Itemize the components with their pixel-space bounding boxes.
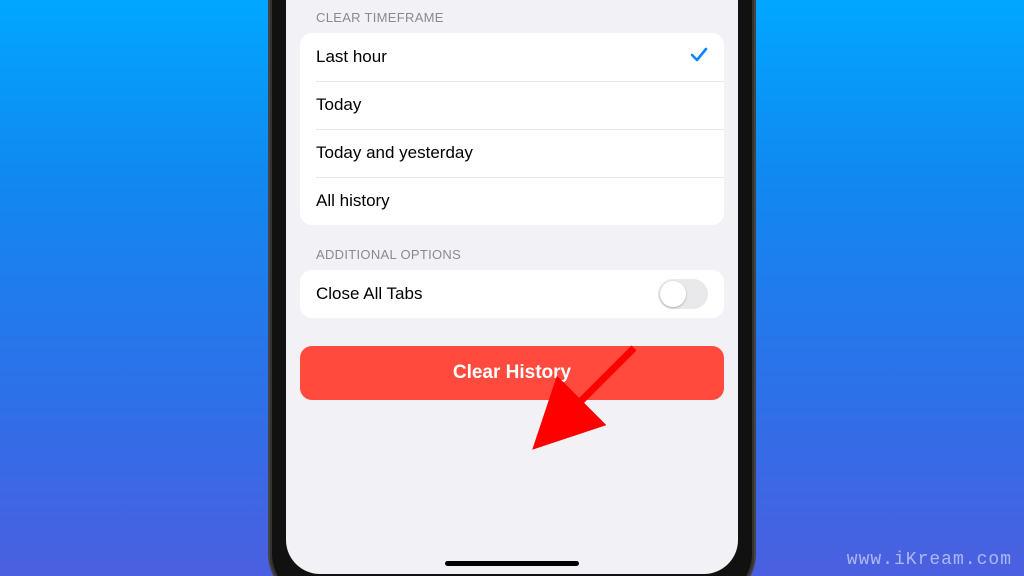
timeframe-option-today[interactable]: Today — [300, 81, 724, 129]
clear-history-button-label: Clear History — [453, 362, 571, 384]
watermark-text: www.iKream.com — [847, 550, 1012, 570]
phone-screen: Clear History CLEAR TIMEFRAME Last hour — [286, 0, 738, 574]
home-indicator — [445, 561, 579, 566]
phone-frame: Clear History CLEAR TIMEFRAME Last hour — [270, 0, 754, 576]
toggle-knob — [660, 281, 686, 307]
clear-history-button[interactable]: Clear History — [300, 346, 724, 400]
timeframe-section-label: CLEAR TIMEFRAME — [316, 10, 724, 25]
timeframe-options: Last hour Today Today and yesterday All … — [300, 33, 724, 225]
option-label: Last hour — [316, 47, 387, 67]
close-all-tabs-label: Close All Tabs — [316, 284, 422, 304]
close-all-tabs-row: Close All Tabs — [300, 270, 724, 318]
checkmark-icon — [690, 46, 708, 69]
timeframe-option-last-hour[interactable]: Last hour — [300, 33, 724, 81]
additional-section-label: ADDITIONAL OPTIONS — [316, 247, 724, 262]
option-label: Today — [316, 95, 361, 115]
timeframe-option-today-yesterday[interactable]: Today and yesterday — [300, 129, 724, 177]
timeframe-option-all-history[interactable]: All history — [300, 177, 724, 225]
additional-options: Close All Tabs — [300, 270, 724, 318]
option-label: Today and yesterday — [316, 143, 473, 163]
close-all-tabs-toggle[interactable] — [658, 279, 708, 309]
option-label: All history — [316, 191, 390, 211]
